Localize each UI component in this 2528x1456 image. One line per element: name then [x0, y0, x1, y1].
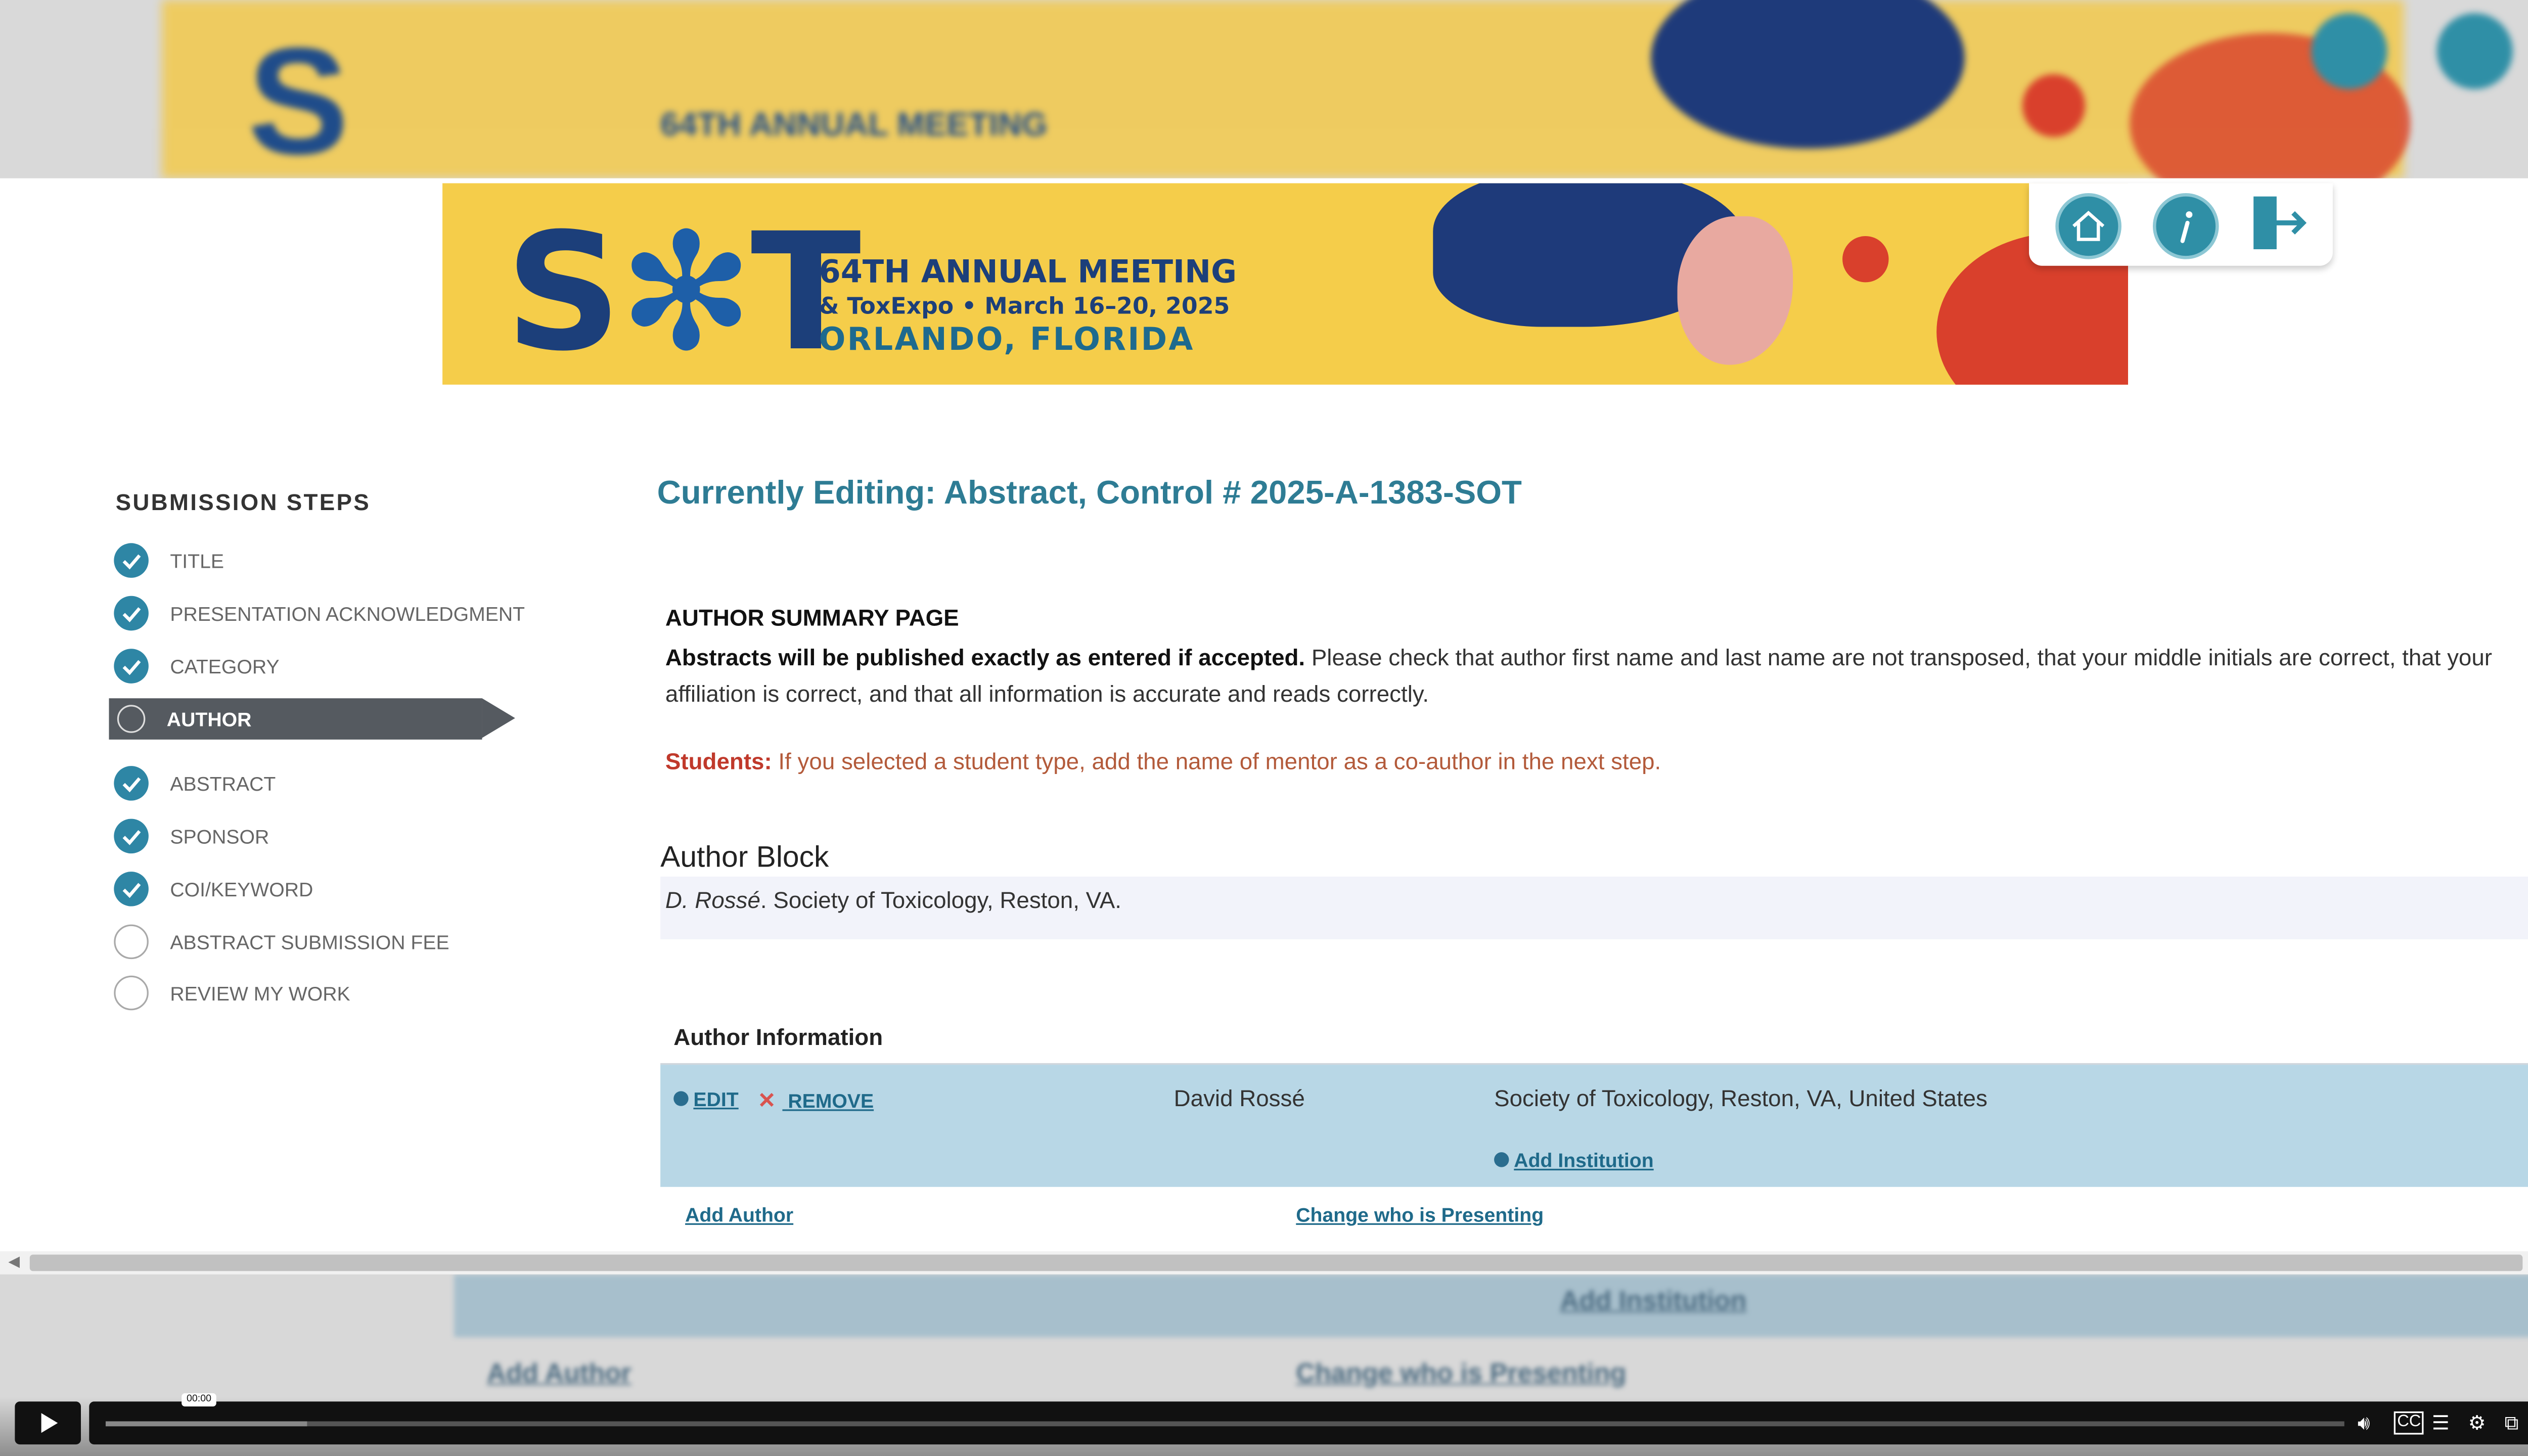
horizontal-scrollbar[interactable]: ◀ ▶ [0, 1251, 2528, 1275]
step-title[interactable]: TITLE [112, 541, 525, 581]
author-block-title: Author Block [660, 840, 829, 874]
horizontal-scroll-thumb[interactable] [29, 1254, 2523, 1271]
play-icon [41, 1413, 58, 1433]
picture-in-picture-icon[interactable]: ⧉ [2504, 1413, 2518, 1433]
check-circle-icon [114, 818, 149, 854]
step-category[interactable]: CATEGORY [112, 647, 525, 687]
header-nav [2029, 183, 2333, 266]
author-summary-text: Abstracts will be published exactly as e… [665, 644, 2493, 707]
meeting-title: 64TH ANNUAL MEETING [819, 254, 1237, 291]
page-title: Currently Editing: Abstract, Control # 2… [657, 475, 1522, 512]
step-review-my-work[interactable]: REVIEW MY WORK [112, 974, 525, 1014]
video-frame: S 64TH ANNUAL MEETING S✻T 64TH ANNUAL ME… [0, 0, 2528, 1456]
transcript-icon[interactable]: ☰ [2432, 1413, 2450, 1433]
check-circle-icon [114, 543, 149, 578]
add-institution-link[interactable]: Add Institution [1494, 1149, 1654, 1172]
bullet-icon [673, 1091, 689, 1106]
author-name: David Rossé [1173, 1084, 1305, 1111]
step-presentation-acknowledgment[interactable]: PRESENTATION ACKNOWLEDGMENT [112, 595, 525, 634]
sot-logo: S✻T [505, 200, 861, 385]
empty-circle-icon [117, 705, 146, 733]
author-information-title: Author Information [673, 1023, 883, 1050]
meeting-dates: & ToxExpo • March 16–20, 2025 [819, 294, 1230, 321]
logout-icon [2253, 196, 2307, 250]
check-circle-icon [114, 766, 149, 801]
check-circle-icon [114, 649, 149, 684]
progress-bar[interactable]: 00:00 🔊︎ CC ☰ ⚙ ⧉ ⤡ [89, 1393, 2528, 1445]
check-circle-icon [114, 596, 149, 631]
step-abstract-submission-fee[interactable]: ABSTRACT SUBMISSION FEE [112, 923, 525, 962]
captions-icon[interactable]: CC [2394, 1411, 2424, 1435]
volume-icon[interactable]: 🔊︎ [2358, 1413, 2370, 1433]
empty-circle-icon [114, 924, 149, 960]
step-abstract[interactable]: ABSTRACT [112, 764, 525, 804]
check-circle-icon [114, 872, 149, 906]
students-note: Students: If you selected a student type… [665, 748, 1661, 775]
background-video-top: S 64TH ANNUAL MEETING [0, 0, 2528, 178]
home-button[interactable] [2055, 193, 2121, 259]
author-row: EDIT ✕ REMOVE David Rossé Society of Tox… [660, 1065, 2528, 1187]
add-author-link[interactable]: Add Author [685, 1203, 793, 1226]
timecode: 00:00 [182, 1393, 216, 1407]
edit-author-link[interactable]: EDIT [673, 1088, 739, 1111]
home-icon [2072, 210, 2105, 241]
sot-logo-star: ✻ [618, 200, 754, 385]
meeting-banner: S✻T 64TH ANNUAL MEETING & ToxExpo • Marc… [442, 183, 2128, 385]
author-summary-title: AUTHOR SUMMARY PAGE [665, 604, 959, 631]
remove-author-link[interactable]: ✕ REMOVE [758, 1088, 874, 1114]
step-coi-keyword[interactable]: COI/KEYWORD [112, 870, 525, 909]
author-institution: Society of Toxicology, Reston, VA, Unite… [1494, 1084, 1988, 1111]
scroll-left-arrow-icon[interactable]: ◀ [8, 1253, 20, 1271]
buffered-bar [105, 1421, 307, 1427]
step-sponsor[interactable]: SPONSOR [112, 817, 525, 856]
author-block: D. Rossé. Society of Toxicology, Reston,… [660, 876, 2528, 939]
play-button[interactable] [15, 1401, 81, 1445]
submission-steps-title: SUBMISSION STEPS [115, 488, 371, 515]
empty-circle-icon [114, 975, 149, 1011]
settings-gear-icon[interactable]: ⚙ [2468, 1413, 2486, 1433]
background-banner-text: 64TH ANNUAL MEETING [660, 107, 1048, 144]
logout-button[interactable] [2247, 190, 2313, 256]
submission-page: S✻T 64TH ANNUAL MEETING & ToxExpo • Marc… [0, 178, 2528, 1275]
remove-x-icon: ✕ [757, 1087, 776, 1113]
meeting-location: ORLANDO, FLORIDA [819, 322, 1195, 358]
info-button[interactable] [2152, 193, 2219, 259]
bullet-icon [1494, 1152, 1509, 1167]
info-icon [2180, 211, 2193, 243]
video-player-controls: 00:00 🔊︎ CC ☰ ⚙ ⧉ ⤡ [0, 1393, 2528, 1456]
change-presenter-link[interactable]: Change who is Presenting [1296, 1203, 1544, 1226]
step-author[interactable]: AUTHOR [109, 698, 515, 740]
background-logo: S [247, 18, 349, 178]
